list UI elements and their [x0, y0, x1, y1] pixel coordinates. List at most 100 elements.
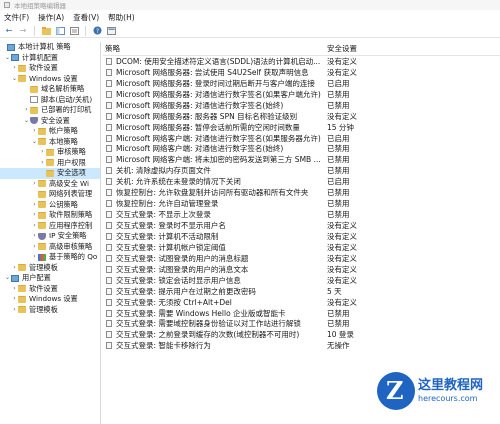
tree-item[interactable]: › 软件限制策略 — [0, 210, 100, 221]
tree-item[interactable]: › 应用程序控制 — [0, 221, 100, 232]
chevron-right-icon[interactable]: › — [39, 158, 46, 169]
table-row[interactable]: Microsoft 网络服务器: 服务器 SPN 目标名称验证级别 没有定义 — [103, 111, 500, 122]
chevron-right-icon[interactable]: › — [31, 200, 38, 211]
table-row[interactable]: 交互式登录: 智能卡移除行为 无操作 — [103, 340, 500, 351]
tree-item[interactable]: › 帐户策略 — [0, 126, 100, 137]
chevron-down-icon[interactable]: ⌄ — [31, 137, 38, 148]
security-setting: 已禁用 — [327, 89, 350, 99]
tree-item[interactable]: ⌄ 计算机配置 — [0, 53, 100, 64]
chevron-right-icon[interactable]: › — [31, 252, 38, 263]
table-row[interactable]: 恢复控制台: 允许软盘复制并访问所有驱动器和所有文件夹 已禁用 — [103, 187, 500, 198]
chevron-right-icon[interactable]: › — [31, 210, 38, 221]
table-row[interactable]: 交互式登录: 需要域控制器身份验证以对工作站进行解锁 已禁用 — [103, 319, 500, 330]
column-header-setting[interactable]: 安全设置 — [325, 43, 385, 54]
table-row[interactable]: 交互式登录: 需要 Windows Hello 企业版或智能卡 已禁用 — [103, 308, 500, 319]
tree-item[interactable]: 网络列表管理 — [0, 189, 100, 200]
tree-item[interactable]: › 管理模板 — [0, 263, 100, 274]
menu-file[interactable]: 文件(F) — [4, 12, 29, 23]
tree-item[interactable]: › 软件设置 — [0, 63, 100, 74]
chevron-right-icon[interactable]: › — [31, 242, 38, 253]
table-row[interactable]: 交互式登录: 锁定会话时显示用户信息 没有定义 — [103, 275, 500, 286]
chevron-right-icon[interactable]: › — [31, 231, 38, 242]
table-row[interactable]: 关机: 允许系统在未登录的情况下关闭 已启用 — [103, 176, 500, 187]
properties-icon[interactable] — [106, 26, 116, 36]
chevron-right-icon[interactable]: › — [11, 294, 18, 305]
table-row[interactable]: Microsoft 网络服务器: 对通信进行数字签名(如果客户端允许) 已禁用 — [103, 89, 500, 100]
policy-icon — [106, 189, 112, 197]
tree-item[interactable]: › 审核策略 — [0, 147, 100, 158]
chevron-down-icon[interactable]: ⌄ — [23, 116, 30, 127]
security-setting: 已禁用 — [327, 319, 350, 329]
tree-item[interactable]: 安全选项 — [0, 168, 100, 179]
tree-item[interactable]: ⌄ Windows 设置 — [0, 74, 100, 85]
security-setting: 没有定义 — [327, 242, 357, 252]
table-row[interactable]: 交互式登录: 试图登录的用户的消息文本 没有定义 — [103, 264, 500, 275]
tree-item[interactable]: ⌄ 安全设置 — [0, 116, 100, 127]
tree-item[interactable]: › IP 安全策略 — [0, 231, 100, 242]
tree-item[interactable]: 脚本(启动/关机) — [0, 95, 100, 106]
tree-item[interactable]: › 基于策略的 Qo — [0, 252, 100, 263]
table-row[interactable]: Microsoft 网络客户端: 对通信进行数字签名(如果服务器允许) 已启用 — [103, 133, 500, 144]
menu-view[interactable]: 查看(V) — [73, 12, 99, 23]
chevron-right-icon[interactable]: › — [11, 284, 18, 295]
chevron-down-icon[interactable]: ⌄ — [4, 273, 11, 284]
tree-item[interactable]: 域名解析策略 — [0, 84, 100, 95]
table-row[interactable]: DCOM: 使用安全描述符定义语言(SDDL)语法的计算机启动... 没有定义 — [103, 56, 500, 67]
folder-icon — [30, 85, 38, 93]
chevron-right-icon[interactable]: › — [31, 179, 38, 190]
chevron-down-icon[interactable]: ⌄ — [11, 74, 18, 85]
table-row[interactable]: 交互式登录: 登录时不显示用户名 没有定义 — [103, 220, 500, 231]
chevron-right-icon[interactable]: › — [23, 105, 30, 116]
menu-help[interactable]: 帮助(H) — [108, 12, 135, 23]
back-arrow-icon[interactable]: ← — [4, 26, 14, 36]
tree-item[interactable]: › 高级安全 Wi — [0, 179, 100, 190]
tree-item[interactable]: › 软件设置 — [0, 284, 100, 295]
folder-up-icon[interactable] — [41, 26, 51, 36]
chevron-right-icon[interactable]: › — [31, 126, 38, 137]
forward-arrow-icon[interactable]: → — [18, 26, 28, 36]
table-row[interactable]: Microsoft 网络客户端: 将未加密的密码发送到第三方 SMB ... 已禁… — [103, 154, 500, 165]
chevron-right-icon[interactable]: › — [11, 263, 18, 274]
folder-icon — [46, 169, 54, 177]
tree-item[interactable]: ⌄ 用户配置 — [0, 273, 100, 284]
table-row[interactable]: 交互式登录: 无须按 Ctrl+Alt+Del 没有定义 — [103, 297, 500, 308]
chevron-right-icon[interactable]: › — [11, 305, 18, 316]
table-row[interactable]: 恢复控制台: 允许自动管理登录 已禁用 — [103, 198, 500, 209]
table-row[interactable]: 交互式登录: 计算机不活动限制 没有定义 — [103, 231, 500, 242]
table-row[interactable]: 关机: 清除虚拟内存页面文件 已禁用 — [103, 165, 500, 176]
security-setting: 已禁用 — [327, 188, 350, 198]
column-header-policy[interactable]: 策略 — [103, 43, 325, 54]
tree-item[interactable]: › 高级审核策略 — [0, 242, 100, 253]
chevron-right-icon[interactable]: › — [11, 63, 18, 74]
table-row[interactable]: 交互式登录: 试图登录的用户的消息标题 没有定义 — [103, 253, 500, 264]
script-icon — [30, 96, 38, 104]
folder-icon — [18, 75, 26, 83]
tree-item[interactable]: › 已部署的打印机 — [0, 105, 100, 116]
chevron-right-icon[interactable]: › — [39, 147, 46, 158]
show-hide-tree-icon[interactable] — [55, 26, 65, 36]
tree-item[interactable]: › 管理模板 — [0, 305, 100, 316]
table-row[interactable]: 交互式登录: 提示用户在过期之前更改密码 5 天 — [103, 286, 500, 297]
chevron-right-icon[interactable]: › — [31, 221, 38, 232]
tree-item[interactable]: › Windows 设置 — [0, 294, 100, 305]
tree-item[interactable]: 本地计算机 策略 — [0, 42, 100, 53]
table-row[interactable]: 交互式登录: 计算机帐户锁定阈值 没有定义 — [103, 242, 500, 253]
table-row[interactable]: Microsoft 网络服务器: 对通信进行数字签名(始终) 已禁用 — [103, 100, 500, 111]
tree-item[interactable]: ⌄ 本地策略 — [0, 137, 100, 148]
table-row[interactable]: Microsoft 网络客户端: 对通信进行数字签名(始终) 已禁用 — [103, 144, 500, 155]
table-row[interactable]: Microsoft 网络服务器: 暂停会话前所需的空闲时间数量 15 分钟 — [103, 122, 500, 133]
table-row[interactable]: Microsoft 网络服务器: 尝试使用 S4U2Self 获取声明信息 没有定… — [103, 67, 500, 78]
table-row[interactable]: 交互式登录: 之前登录到缓存的次数(域控制器不可用时) 10 登录 — [103, 329, 500, 340]
policy-cell: 交互式登录: 登录时不显示用户名 — [103, 220, 325, 231]
table-row[interactable]: 交互式登录: 不显示上次登录 已禁用 — [103, 209, 500, 220]
help-icon[interactable]: ? — [92, 26, 102, 36]
tree-item[interactable]: › 公钥策略 — [0, 200, 100, 211]
tree-item[interactable]: › 用户权限 — [0, 158, 100, 169]
chevron-down-icon[interactable]: ⌄ — [4, 53, 11, 64]
table-row[interactable]: Microsoft 网络服务器: 登录时间过期后断开与客户端的连接 已启用 — [103, 78, 500, 89]
export-list-icon[interactable] — [69, 26, 79, 36]
policy-icon — [106, 156, 112, 164]
menu-action[interactable]: 操作(A) — [38, 12, 64, 23]
tree-item-label: 安全选项 — [57, 168, 86, 177]
security-setting: 已启用 — [327, 177, 350, 187]
